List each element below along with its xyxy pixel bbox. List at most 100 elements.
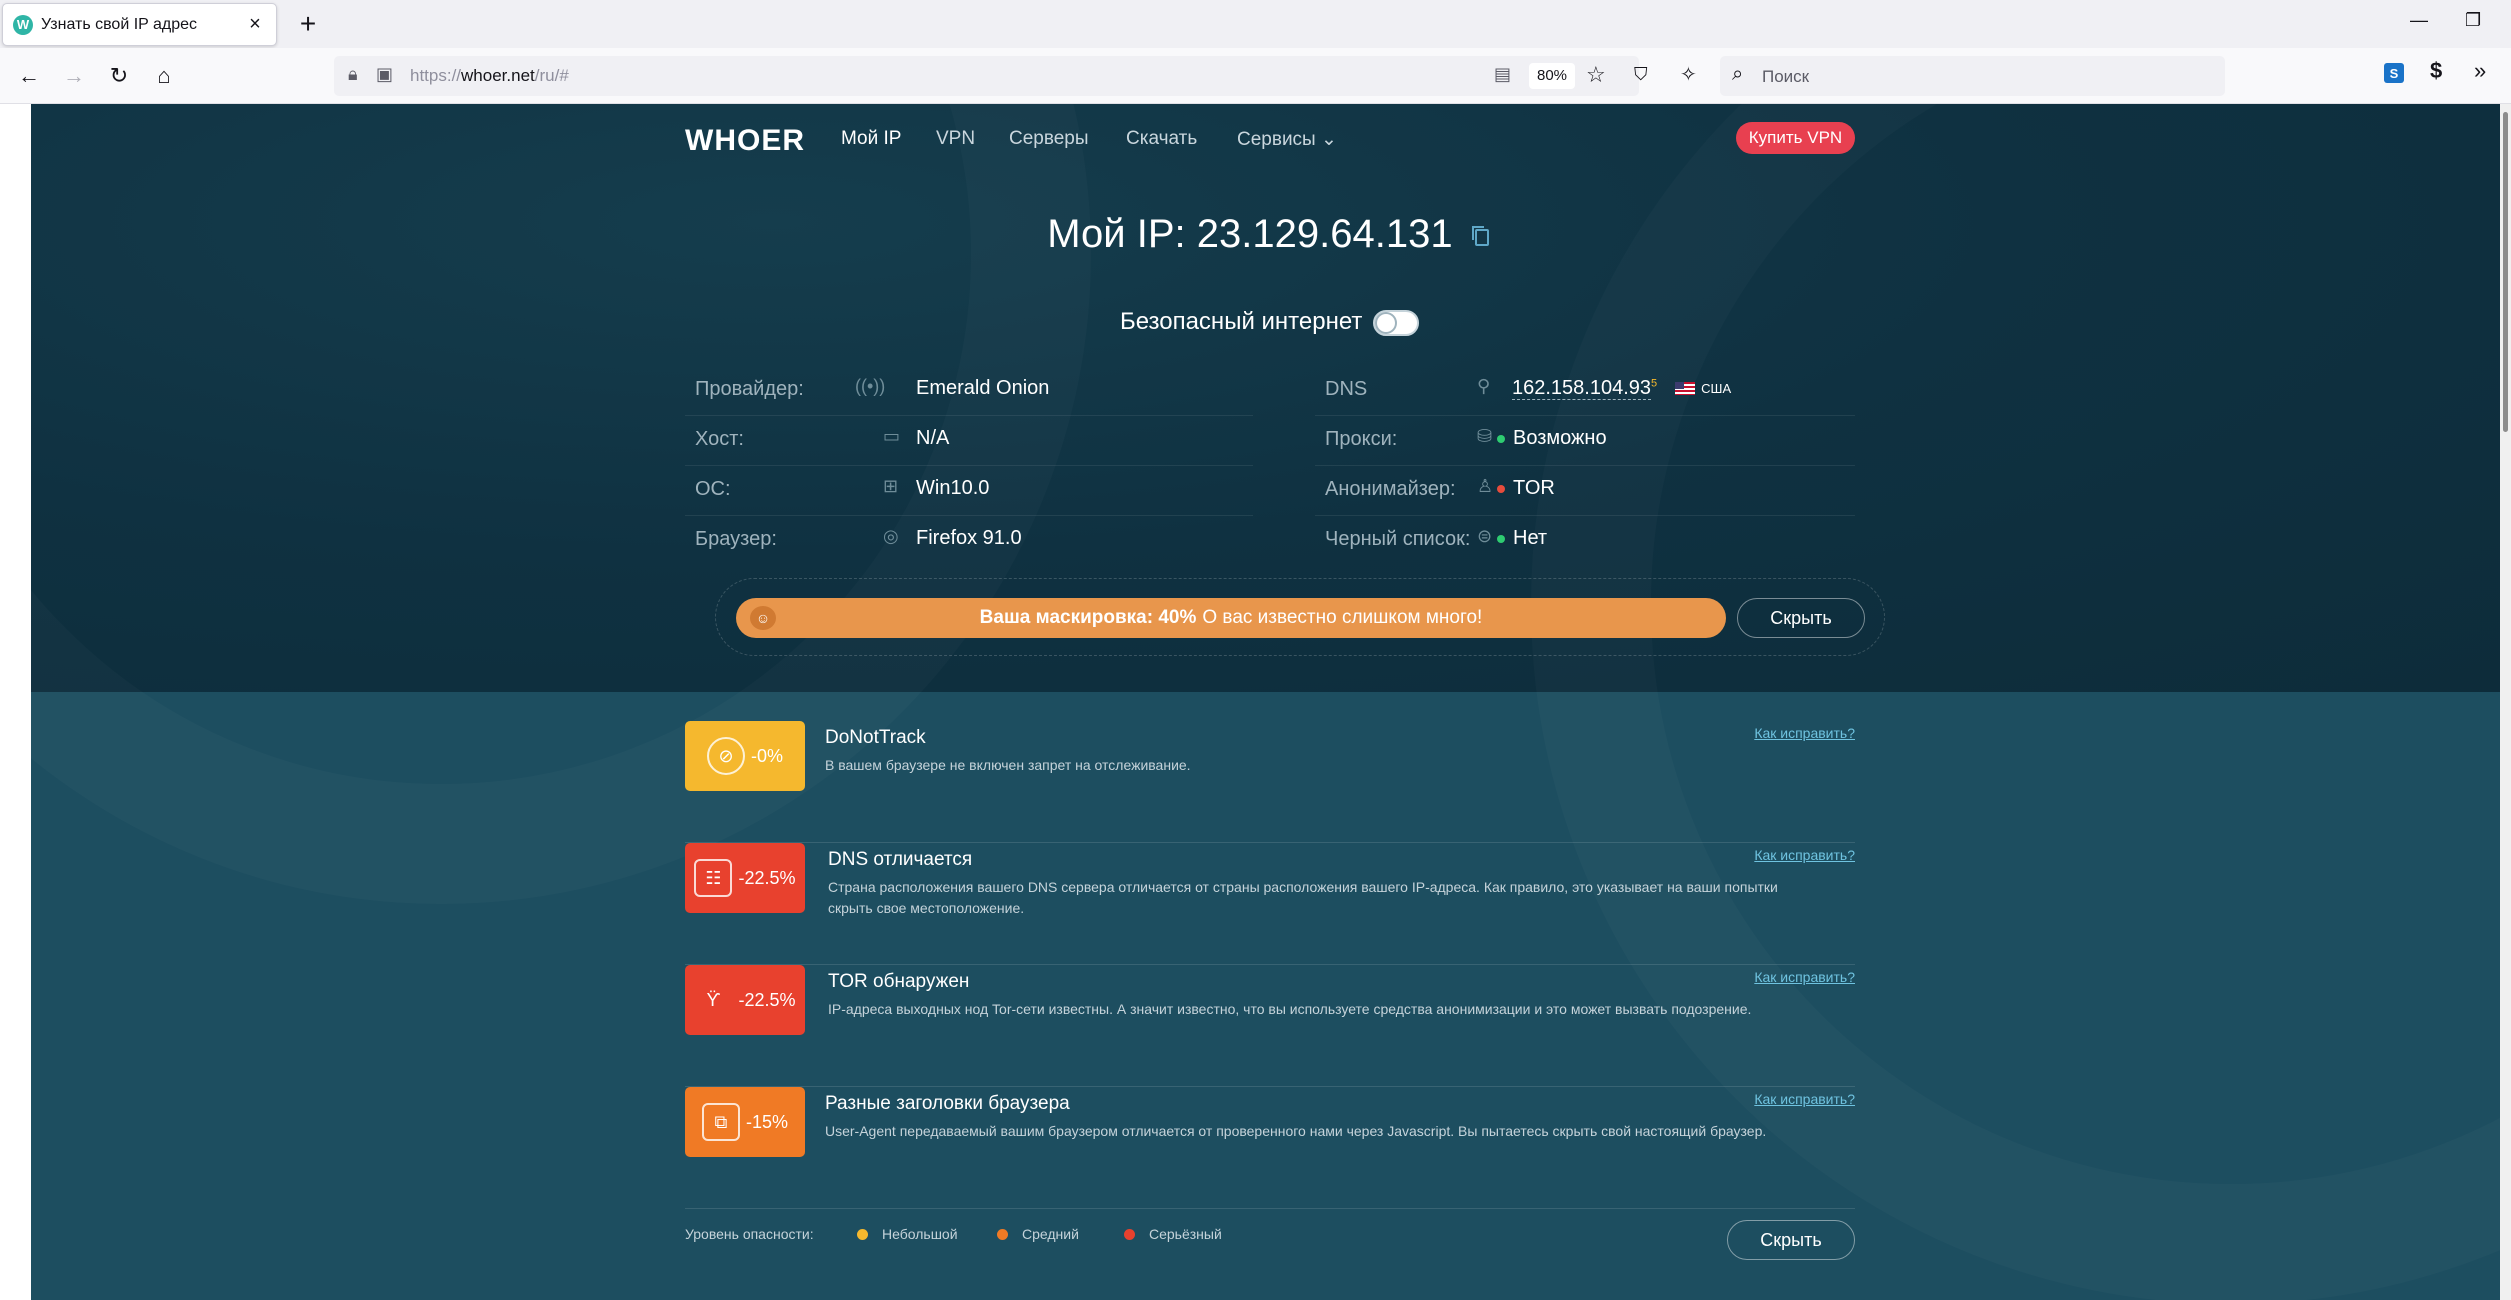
overflow-menu-icon[interactable]: » — [2474, 58, 2486, 84]
url-text[interactable]: https://whoer.net/ru/# — [410, 66, 569, 86]
host-label: Хост: — [695, 428, 744, 450]
status-dot-red — [1497, 484, 1505, 493]
legend-high-label: Серьёзный — [1149, 1226, 1222, 1242]
blacklist-value-group: Нет — [1497, 527, 1547, 550]
tab-title: Узнать свой IP адрес — [41, 15, 197, 33]
os-value: Win10.0 — [916, 477, 990, 499]
host-row: Хост: ▭ N/A — [685, 416, 1253, 466]
dns-value[interactable]: 162.158.104.93 — [1512, 377, 1652, 400]
issue-dns-differs: ☷ -22.5% DNS отличается Страна расположе… — [685, 843, 1855, 965]
network-icon: ⚲ — [1477, 376, 1491, 396]
reload-icon[interactable]: ↻ — [103, 60, 135, 92]
dns-value-group: 162.158.104.935 США — [1512, 377, 1731, 400]
ip-title: Мой IP: 23.129.64.131 — [31, 212, 2508, 257]
issue-donottrack: ⊘ -0% DoNotTrack В вашем браузере не вкл… — [685, 721, 1855, 843]
permissions-icon[interactable]: ▣ — [376, 64, 393, 85]
search-bar[interactable]: ⌕ Поиск — [1720, 56, 2225, 96]
provider-label: Провайдер: — [695, 378, 804, 400]
browser-value: Firefox 91.0 — [916, 527, 1022, 549]
back-icon[interactable]: ← — [13, 60, 45, 92]
menu-servers[interactable]: Серверы — [1009, 128, 1089, 150]
extension-dollar-icon[interactable]: $ — [2430, 58, 2442, 84]
anonymizer-label: Анонимайзер: — [1325, 478, 1456, 500]
whoer-logo[interactable]: WHOER — [685, 124, 805, 158]
legend-dot — [857, 1229, 868, 1240]
hide-button[interactable]: Скрыть — [1727, 1220, 1855, 1260]
issue-badge: ☷ -22.5% — [685, 843, 805, 913]
provider-row: Провайдер: ((•)) Emerald Onion — [685, 366, 1253, 416]
new-tab-icon[interactable]: + — [292, 8, 324, 40]
scrollbar-thumb[interactable] — [2503, 112, 2508, 432]
bookmark-star-icon[interactable]: ☆ — [1586, 62, 1606, 88]
how-to-fix-link[interactable]: Как исправить? — [1754, 1091, 1855, 1107]
browser-label: Браузер: — [695, 528, 777, 550]
menu-vpn[interactable]: VPN — [936, 128, 975, 150]
masking-panel: ☺ Ваша маскировка: 40% О вас известно сл… — [715, 578, 1885, 656]
menu-services[interactable]: Сервисы ⌄ — [1237, 128, 1337, 151]
blacklist-label: Черный список: — [1325, 528, 1471, 550]
legend-dot — [1124, 1229, 1135, 1240]
minimize-icon[interactable]: — — [2410, 10, 2428, 31]
issue-title: TOR обнаружен — [828, 971, 970, 992]
extension-wand-icon[interactable]: ✧ — [1680, 62, 1697, 87]
copy-icon[interactable] — [1470, 224, 1492, 248]
os-label: ОС: — [695, 478, 731, 500]
no-tracking-icon: ⊘ — [706, 737, 745, 775]
hide-button[interactable]: Скрыть — [1737, 598, 1865, 638]
address-bar[interactable]: 🔒︎ ▣ https://whoer.net/ru/# ▤ 80% ☆ ⛉ ✧ — [334, 56, 1697, 96]
issue-description: Страна расположения вашего DNS сервера о… — [828, 879, 1778, 916]
restore-icon[interactable]: ❐ — [2465, 10, 2481, 31]
how-to-fix-link[interactable]: Как исправить? — [1754, 725, 1855, 741]
dns-count: 5 — [1651, 377, 1658, 390]
how-to-fix-link[interactable]: Как исправить? — [1754, 847, 1855, 863]
issue-browser-headers: ⧉ -15% Разные заголовки браузера User-Ag… — [685, 1087, 1855, 1209]
issue-title: DoNotTrack — [825, 727, 926, 748]
usa-flag-icon — [1675, 382, 1696, 396]
zoom-level[interactable]: 80% — [1529, 63, 1576, 89]
lock-icon[interactable]: 🔒︎ — [348, 64, 358, 85]
reader-view-icon[interactable]: ▤ — [1494, 64, 1511, 85]
buy-vpn-button[interactable]: Купить VPN — [1736, 122, 1855, 154]
user-icon: ♙ — [1477, 476, 1494, 496]
mask-icon: ☺ — [750, 606, 776, 630]
forward-icon[interactable]: → — [58, 60, 90, 92]
legend-high: Серьёзный — [1124, 1226, 1222, 1242]
legend-medium-label: Средний — [1022, 1226, 1079, 1242]
proxy-value: Возможно — [1513, 427, 1607, 449]
page-viewport: WHOER Мой IP VPN Серверы Скачать Сервисы… — [0, 104, 2511, 1300]
masking-percent: Ваша маскировка: 40% — [979, 607, 1197, 628]
issue-tor-detected: ϔ -22.5% TOR обнаружен IP-адреса выходны… — [685, 965, 1855, 1087]
issue-description: IP-адреса выходных нод Tor-сети известны… — [828, 1001, 1752, 1017]
search-icon: ⌕ — [1732, 63, 1744, 85]
status-dot-green — [1497, 434, 1505, 443]
os-row: ОС: ⊞ Win10.0 — [685, 466, 1253, 516]
issue-title: Разные заголовки браузера — [825, 1093, 1070, 1114]
server-icon: ☷ — [694, 859, 733, 897]
proxy-row: Прокси: ⛁ Возможно — [1315, 416, 1855, 466]
tracking-shield-icon[interactable]: ⛉ — [1634, 64, 1648, 85]
anonymizer-row: Анонимайзер: ♙ TOR — [1315, 466, 1855, 516]
safe-internet-toggle[interactable] — [1373, 309, 1420, 336]
browser-tab[interactable]: W Узнать свой IP адрес × — [2, 3, 277, 46]
issue-badge: ⊘ -0% — [685, 721, 805, 791]
dns-country: США — [1701, 381, 1732, 397]
how-to-fix-link[interactable]: Как исправить? — [1754, 969, 1855, 985]
proxy-label: Прокси: — [1325, 428, 1398, 450]
safe-internet-label: Безопасный интернет — [1119, 308, 1363, 335]
signal-icon: ((•)) — [855, 376, 886, 396]
search-placeholder: Поиск — [1762, 67, 1810, 86]
extension-s-blue-icon[interactable]: S — [2384, 63, 2404, 83]
legend-low: Небольшой — [857, 1226, 958, 1242]
close-tab-icon[interactable]: × — [244, 13, 266, 36]
menu-download[interactable]: Скачать — [1126, 128, 1197, 150]
issue-penalty: -0% — [750, 745, 783, 766]
issue-penalty: -22.5% — [738, 867, 796, 888]
whoer-page: WHOER Мой IP VPN Серверы Скачать Сервисы… — [31, 104, 2508, 1300]
menu-my-ip[interactable]: Мой IP — [841, 128, 901, 150]
blacklist-row: Черный список: ⊜ Нет — [1315, 516, 1855, 566]
monitor-icon: ▭ — [883, 426, 901, 446]
legend-low-label: Небольшой — [882, 1226, 958, 1242]
host-value: N/A — [916, 427, 950, 449]
home-icon[interactable]: ⌂ — [148, 60, 180, 92]
issue-penalty: -15% — [745, 1111, 789, 1132]
